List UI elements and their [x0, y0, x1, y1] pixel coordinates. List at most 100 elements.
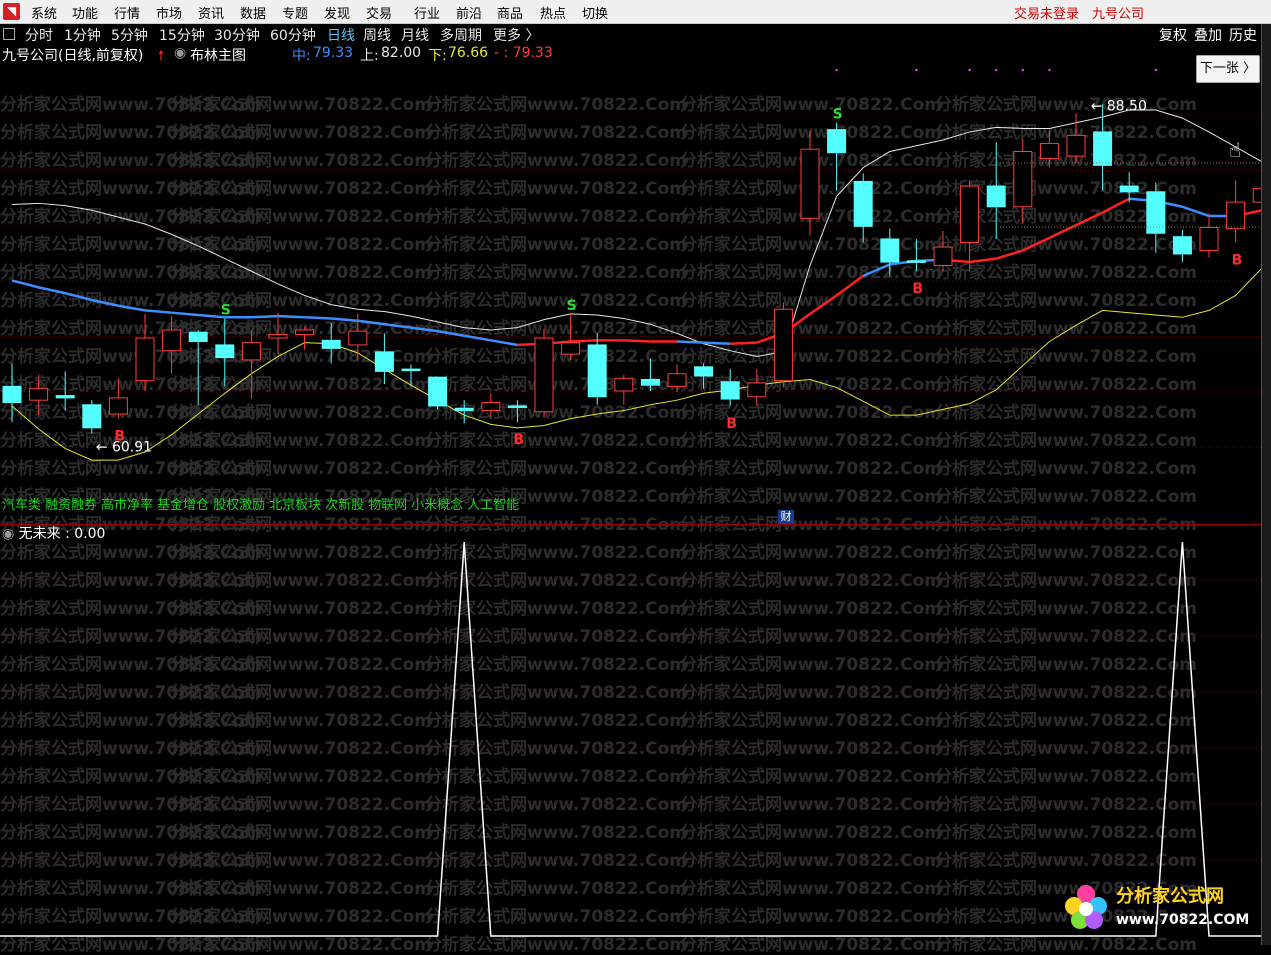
mid-band-segment: [357, 319, 385, 326]
period-tab-3[interactable]: 15分钟: [159, 25, 205, 45]
candle-body: [401, 368, 421, 372]
signal-dot: [1021, 68, 1024, 72]
mid-band-segment: [410, 326, 438, 333]
mid-band-segment: [91, 298, 119, 308]
candle-body: [880, 238, 900, 263]
sub-indicator-line: [0, 541, 1261, 937]
concept-tag-7[interactable]: 物联网: [368, 498, 407, 513]
menu-item-5[interactable]: 数据: [240, 3, 266, 22]
candle-body: [960, 185, 980, 243]
dropdown-circle-icon[interactable]: ◉: [174, 45, 186, 61]
candle-body: [694, 366, 714, 377]
menu-item-3[interactable]: 市场: [156, 3, 182, 22]
candle-body: [1226, 201, 1246, 230]
history-button[interactable]: 历史: [1229, 25, 1257, 45]
candle-body: [853, 180, 873, 227]
watermark-text: 分析家公式网www.70822.Com: [935, 515, 1197, 535]
candle-body: [374, 351, 394, 372]
candle-body: [614, 377, 634, 392]
mid-band-segment: [463, 334, 492, 342]
period-tab-4[interactable]: 30分钟: [214, 25, 260, 45]
candle-body: [348, 330, 368, 346]
mid-band-segment: [251, 314, 279, 319]
concept-tag-2[interactable]: 高市净率: [101, 498, 153, 513]
candle-body: [906, 260, 926, 263]
stock-name-link[interactable]: 九号公司: [1092, 3, 1144, 22]
mid-value: 79.33: [313, 45, 354, 61]
menu-bar: ◥ 系统 功能 行情 市场 资讯 数据 专题 发现 交易 行业 前沿 商品 热点 切换 交易未登录 九号公…: [0, 0, 1271, 24]
concept-tag-4[interactable]: 股权激励: [213, 498, 265, 513]
period-tab-0[interactable]: 分时: [25, 25, 53, 45]
menu-item-7[interactable]: 发现: [324, 3, 350, 22]
menu-item-6[interactable]: 专题: [282, 3, 308, 22]
signal-dot: [1048, 68, 1051, 72]
signal-dot: [968, 68, 971, 72]
fuquan-button[interactable]: 复权: [1159, 25, 1187, 45]
panel-divider[interactable]: [0, 524, 1261, 525]
app-logo-icon[interactable]: ◥: [3, 3, 20, 20]
menu-item-8[interactable]: 交易: [366, 3, 392, 22]
mid-band-segment: [676, 340, 704, 344]
candle-body: [1199, 226, 1219, 252]
period-tab-1[interactable]: 1分钟: [64, 25, 101, 45]
candle-body: [933, 246, 953, 266]
concept-tag-0[interactable]: 汽车类: [2, 498, 41, 513]
period-tab-7[interactable]: 周线: [363, 25, 391, 45]
last-value: - : 79.33: [494, 45, 553, 61]
overlay-button[interactable]: 叠加: [1194, 25, 1222, 45]
menu-item-2[interactable]: 行情: [114, 3, 140, 22]
candle-body: [1119, 185, 1139, 193]
menu-item-13[interactable]: 切换: [582, 3, 608, 22]
concept-tag-1[interactable]: 融资融券: [45, 498, 97, 513]
period-tab-5[interactable]: 60分钟: [270, 25, 316, 45]
buy-signal: B: [726, 416, 737, 432]
login-status-link[interactable]: 交易未登录: [1014, 3, 1079, 22]
candle-body: [241, 342, 261, 361]
concept-tag-8[interactable]: 小米概念: [411, 498, 463, 513]
up-value: 82.00: [381, 45, 422, 61]
signal-dot: [1154, 68, 1158, 72]
candle-body: [454, 407, 474, 412]
concept-tag-3[interactable]: 基金增仓: [157, 498, 209, 513]
period-tab-10[interactable]: 更多 〉: [493, 25, 539, 45]
candle-body: [428, 376, 448, 407]
next-chart-button[interactable]: 下一张 〉: [1196, 55, 1260, 83]
right-scrollbar[interactable]: [1261, 24, 1271, 945]
mid-band-segment: [1102, 197, 1130, 214]
candle-body: [800, 148, 820, 219]
candle-body: [268, 334, 288, 339]
buy-signal: B: [912, 281, 923, 297]
menu-item-11[interactable]: 商品: [497, 3, 523, 22]
menu-item-4[interactable]: 资讯: [198, 3, 224, 22]
window-icon[interactable]: [3, 28, 15, 40]
candle-body: [773, 308, 793, 382]
candlestick-chart[interactable]: B BBBBS SS← 88.50← 60.91: [0, 64, 1261, 490]
mid-band-segment: [1181, 205, 1210, 218]
candle-body: [108, 397, 128, 415]
mid-band-segment: [1075, 211, 1104, 227]
indicator-name[interactable]: 布林主图: [190, 45, 246, 65]
menu-item-1[interactable]: 功能: [72, 3, 98, 22]
mid-band-segment: [171, 311, 199, 317]
candle-body: [295, 329, 315, 336]
site-logo: 分析家公式网 www.70822.COM: [1065, 885, 1249, 929]
menu-item-9[interactable]: 行业: [414, 3, 440, 22]
low-label: 下:: [428, 48, 447, 64]
period-tab-9[interactable]: 多周期: [440, 25, 482, 45]
logo-title: 分析家公式网: [1116, 885, 1224, 907]
concept-tag-5[interactable]: 北京板块: [269, 498, 321, 513]
period-tab-8[interactable]: 月线: [401, 25, 429, 45]
mid-band-segment: [144, 309, 172, 314]
concept-tag-6[interactable]: 次新股: [325, 498, 364, 513]
concept-tag-9[interactable]: 人工智能: [467, 498, 519, 513]
period-tab-2[interactable]: 5分钟: [111, 25, 148, 45]
period-tab-6[interactable]: 日线: [327, 25, 355, 45]
menu-item-0[interactable]: 系统: [31, 3, 57, 22]
menu-item-12[interactable]: 热点: [540, 3, 566, 22]
candle-body: [507, 405, 527, 408]
mid-band-segment: [809, 294, 838, 315]
menu-item-10[interactable]: 前沿: [456, 3, 482, 22]
candle-body: [135, 337, 155, 382]
mid-band-segment: [570, 339, 598, 343]
finance-badge[interactable]: 财: [778, 510, 794, 524]
